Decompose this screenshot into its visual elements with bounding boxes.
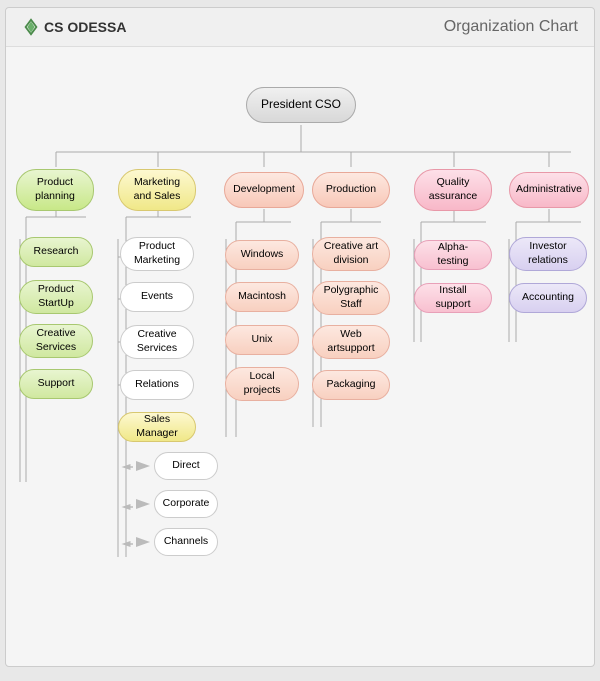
node-packaging: Packaging — [312, 370, 390, 400]
logo-icon — [22, 18, 40, 36]
node-marketing-sales: Marketingand Sales — [118, 169, 196, 211]
node-support: Support — [19, 369, 93, 399]
node-channels-container: Channels — [136, 528, 218, 556]
node-quality-assurance: Qualityassurance — [414, 169, 492, 211]
node-creative-services: CreativeServices — [19, 324, 93, 358]
header-title: Organization Chart — [444, 18, 578, 36]
logo-text: CS ODESSA — [44, 19, 126, 35]
node-corporate-container: Corporate — [136, 490, 218, 518]
node-channels: Channels — [154, 528, 218, 556]
org-chart-lines — [6, 47, 594, 647]
node-creative-art: Creative artdivision — [312, 237, 390, 271]
node-research: Research — [19, 237, 93, 267]
node-president: President CSO — [246, 87, 356, 123]
node-product-planning: Productplanning — [16, 169, 94, 211]
node-install-support: Install support — [414, 283, 492, 313]
arrow-direct-icon — [136, 461, 150, 471]
node-direct: Direct — [154, 452, 218, 480]
node-production: Production — [312, 172, 390, 208]
arrow-corporate-icon — [136, 499, 150, 509]
node-unix: Unix — [225, 325, 299, 355]
node-corporate: Corporate — [154, 490, 218, 518]
node-investor-relations: Investorrelations — [509, 237, 587, 271]
logo: CS ODESSA — [22, 18, 126, 36]
node-product-startup: ProductStartUp — [19, 280, 93, 314]
node-sales-manager: Sales Manager — [118, 412, 196, 442]
node-direct-container: Direct — [136, 452, 218, 480]
node-events: Events — [120, 282, 194, 312]
chart-area: President CSO Productplanning Marketinga… — [6, 47, 594, 647]
node-development: Development — [224, 172, 304, 208]
node-macintosh: Macintosh — [225, 282, 299, 312]
node-relations: Relations — [120, 370, 194, 400]
node-accounting: Accounting — [509, 283, 587, 313]
node-administrative: Administrative — [509, 172, 589, 208]
arrow-channels-icon — [136, 537, 150, 547]
node-alpha-testing: Alpha-testing — [414, 240, 492, 270]
header: CS ODESSA Organization Chart — [6, 8, 594, 47]
node-windows: Windows — [225, 240, 299, 270]
page: CS ODESSA Organization Chart — [5, 7, 595, 667]
node-creative-services2: CreativeServices — [120, 325, 194, 359]
node-product-marketing: ProductMarketing — [120, 237, 194, 271]
node-local-projects: Localprojects — [225, 367, 299, 401]
node-web-art: Webartsupport — [312, 325, 390, 359]
node-polygraphic: PolygraphicStaff — [312, 281, 390, 315]
